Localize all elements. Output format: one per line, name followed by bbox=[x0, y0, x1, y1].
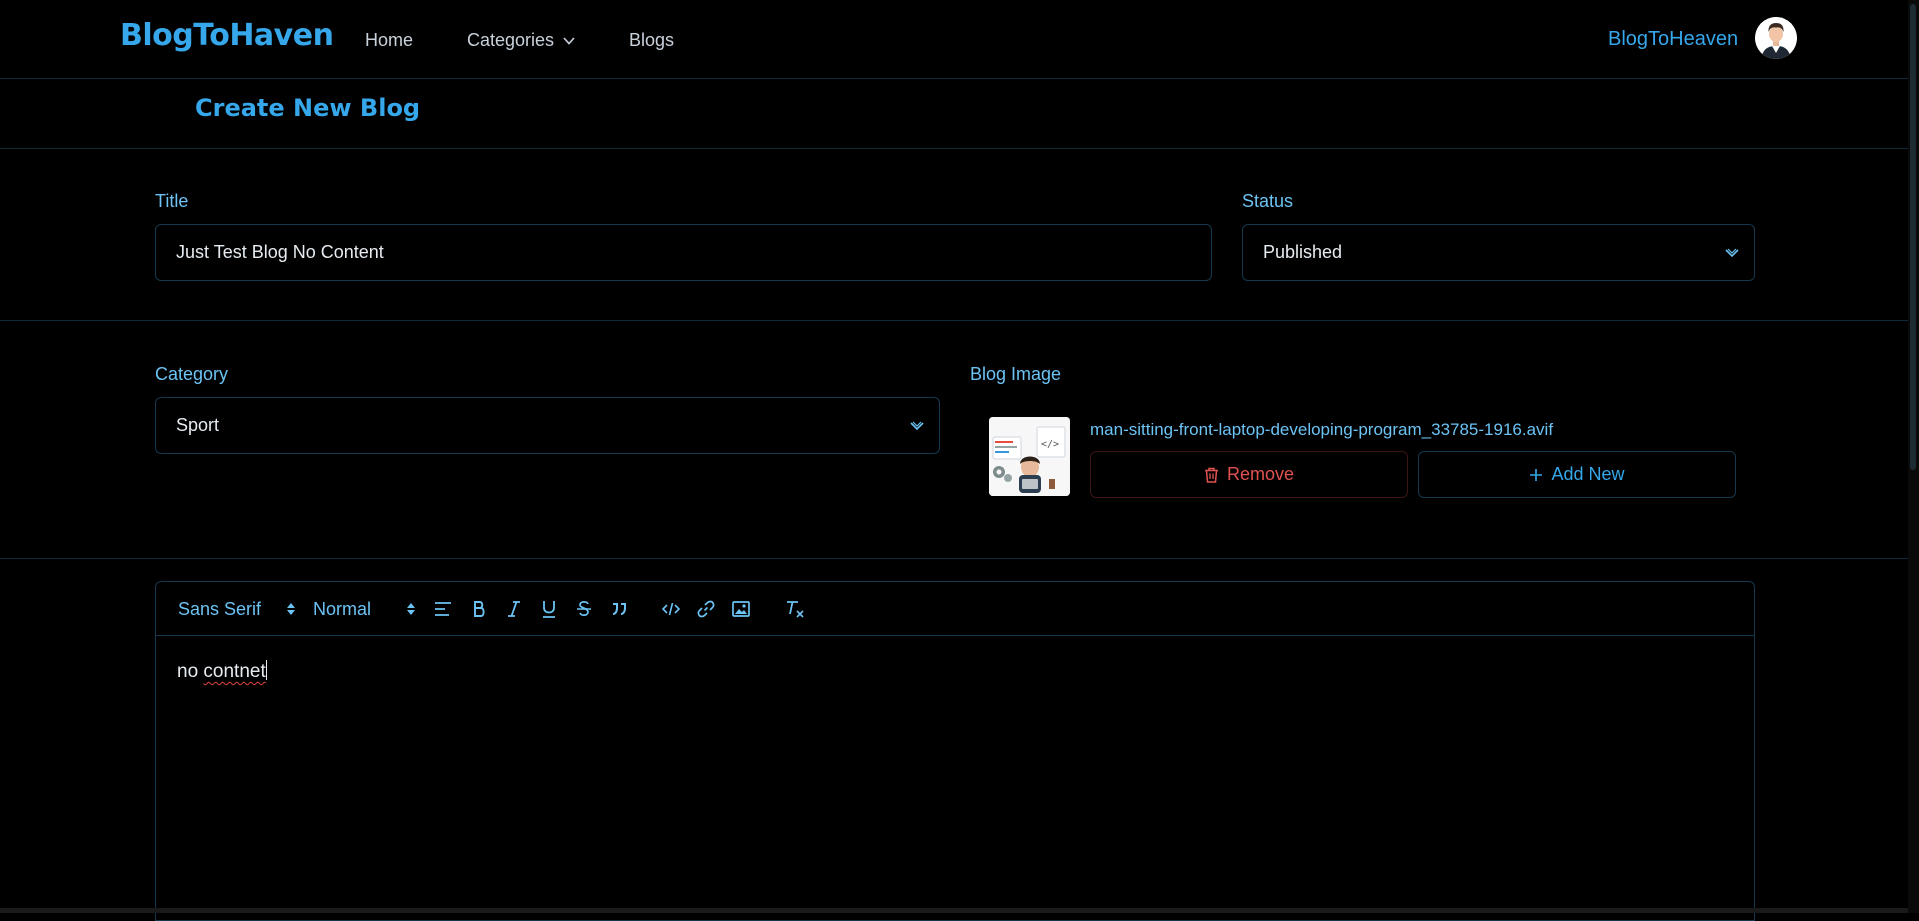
align-button[interactable] bbox=[431, 597, 455, 621]
status-select-value: Published bbox=[1263, 242, 1343, 262]
page-header: Create New Blog bbox=[0, 79, 1908, 149]
blog-image-filename: man-sitting-front-laptop-developing-prog… bbox=[1090, 420, 1554, 439]
chevron-down-icon bbox=[563, 36, 575, 45]
nav-categories-label: Categories bbox=[467, 30, 555, 50]
title-status-section: Title Just Test Blog No Content Status P… bbox=[0, 149, 1908, 321]
nav-home[interactable]: Home bbox=[365, 30, 413, 51]
add-new-label: Add New bbox=[1551, 464, 1625, 484]
chevron-down-icon bbox=[1725, 248, 1739, 258]
underline-icon bbox=[543, 601, 555, 618]
category-image-section: Category Sport Blog Image </> man-sittin… bbox=[0, 321, 1908, 559]
blockquote-button[interactable] bbox=[607, 597, 631, 621]
strike-icon bbox=[577, 601, 591, 616]
code-button[interactable] bbox=[659, 597, 683, 621]
category-label: Category bbox=[155, 364, 229, 384]
page-bottom-edge bbox=[0, 908, 1908, 913]
remove-label: Remove bbox=[1226, 464, 1295, 484]
svg-text:</>: </> bbox=[1041, 439, 1059, 450]
nav-blogs[interactable]: Blogs bbox=[629, 30, 674, 51]
bold-button[interactable] bbox=[467, 597, 491, 621]
underline-button[interactable] bbox=[537, 597, 561, 621]
category-select[interactable]: Sport bbox=[155, 397, 940, 454]
image-icon bbox=[732, 601, 750, 617]
developer-illustration-icon: </> bbox=[989, 417, 1070, 496]
editor-toolbar: Sans Serif Normal bbox=[156, 582, 1754, 636]
font-size-value: Normal bbox=[313, 599, 372, 619]
select-arrows-icon bbox=[407, 603, 415, 615]
remove-image-button[interactable]: Remove bbox=[1090, 451, 1408, 498]
page-title: Create New Blog bbox=[195, 94, 421, 122]
quote-icon bbox=[612, 603, 626, 615]
blog-image-thumbnail: </> bbox=[989, 417, 1070, 496]
user-name[interactable]: BlogToHeaven bbox=[1608, 28, 1738, 51]
content-misspelled-word: contnet bbox=[203, 661, 266, 682]
title-input[interactable]: Just Test Blog No Content bbox=[155, 224, 1212, 281]
avatar-icon bbox=[1755, 17, 1797, 59]
align-icon bbox=[435, 602, 451, 616]
bold-icon bbox=[474, 601, 485, 617]
clear-format-icon bbox=[787, 601, 804, 618]
clear-format-button[interactable] bbox=[783, 597, 807, 621]
link-button[interactable] bbox=[694, 597, 718, 621]
font-family-value: Sans Serif bbox=[178, 599, 262, 619]
blog-image-label: Blog Image bbox=[970, 364, 1062, 384]
title-input-value: Just Test Blog No Content bbox=[176, 242, 384, 262]
category-select-value: Sport bbox=[176, 415, 220, 435]
status-label: Status bbox=[1242, 191, 1294, 211]
chevron-down-icon bbox=[910, 421, 924, 431]
trash-icon bbox=[1204, 467, 1218, 483]
image-button[interactable] bbox=[729, 597, 753, 621]
plus-icon bbox=[1530, 468, 1543, 481]
title-label: Title bbox=[155, 191, 189, 211]
add-new-image-button[interactable]: Add New bbox=[1418, 451, 1736, 498]
font-size-select[interactable]: Normal bbox=[313, 599, 415, 620]
code-icon bbox=[662, 602, 680, 616]
navbar: BlogToHaven Home Categories Blogs BlogTo… bbox=[0, 0, 1908, 79]
scrollbar-thumb[interactable] bbox=[1910, 4, 1916, 470]
text-caret bbox=[265, 660, 267, 680]
link-icon bbox=[697, 600, 715, 618]
content-text: no bbox=[177, 661, 199, 682]
italic-icon bbox=[508, 601, 520, 617]
nav-categories[interactable]: Categories bbox=[467, 30, 576, 51]
strike-button[interactable] bbox=[572, 597, 596, 621]
avatar[interactable] bbox=[1755, 17, 1797, 59]
select-arrows-icon bbox=[287, 603, 295, 615]
editor-content[interactable]: no contnet bbox=[177, 660, 267, 683]
status-select[interactable]: Published bbox=[1242, 224, 1755, 281]
font-family-select[interactable]: Sans Serif bbox=[178, 599, 295, 620]
italic-button[interactable] bbox=[502, 597, 526, 621]
brand-logo[interactable]: BlogToHaven bbox=[120, 18, 334, 53]
rich-text-editor: Sans Serif Normal no contnet bbox=[155, 581, 1755, 921]
